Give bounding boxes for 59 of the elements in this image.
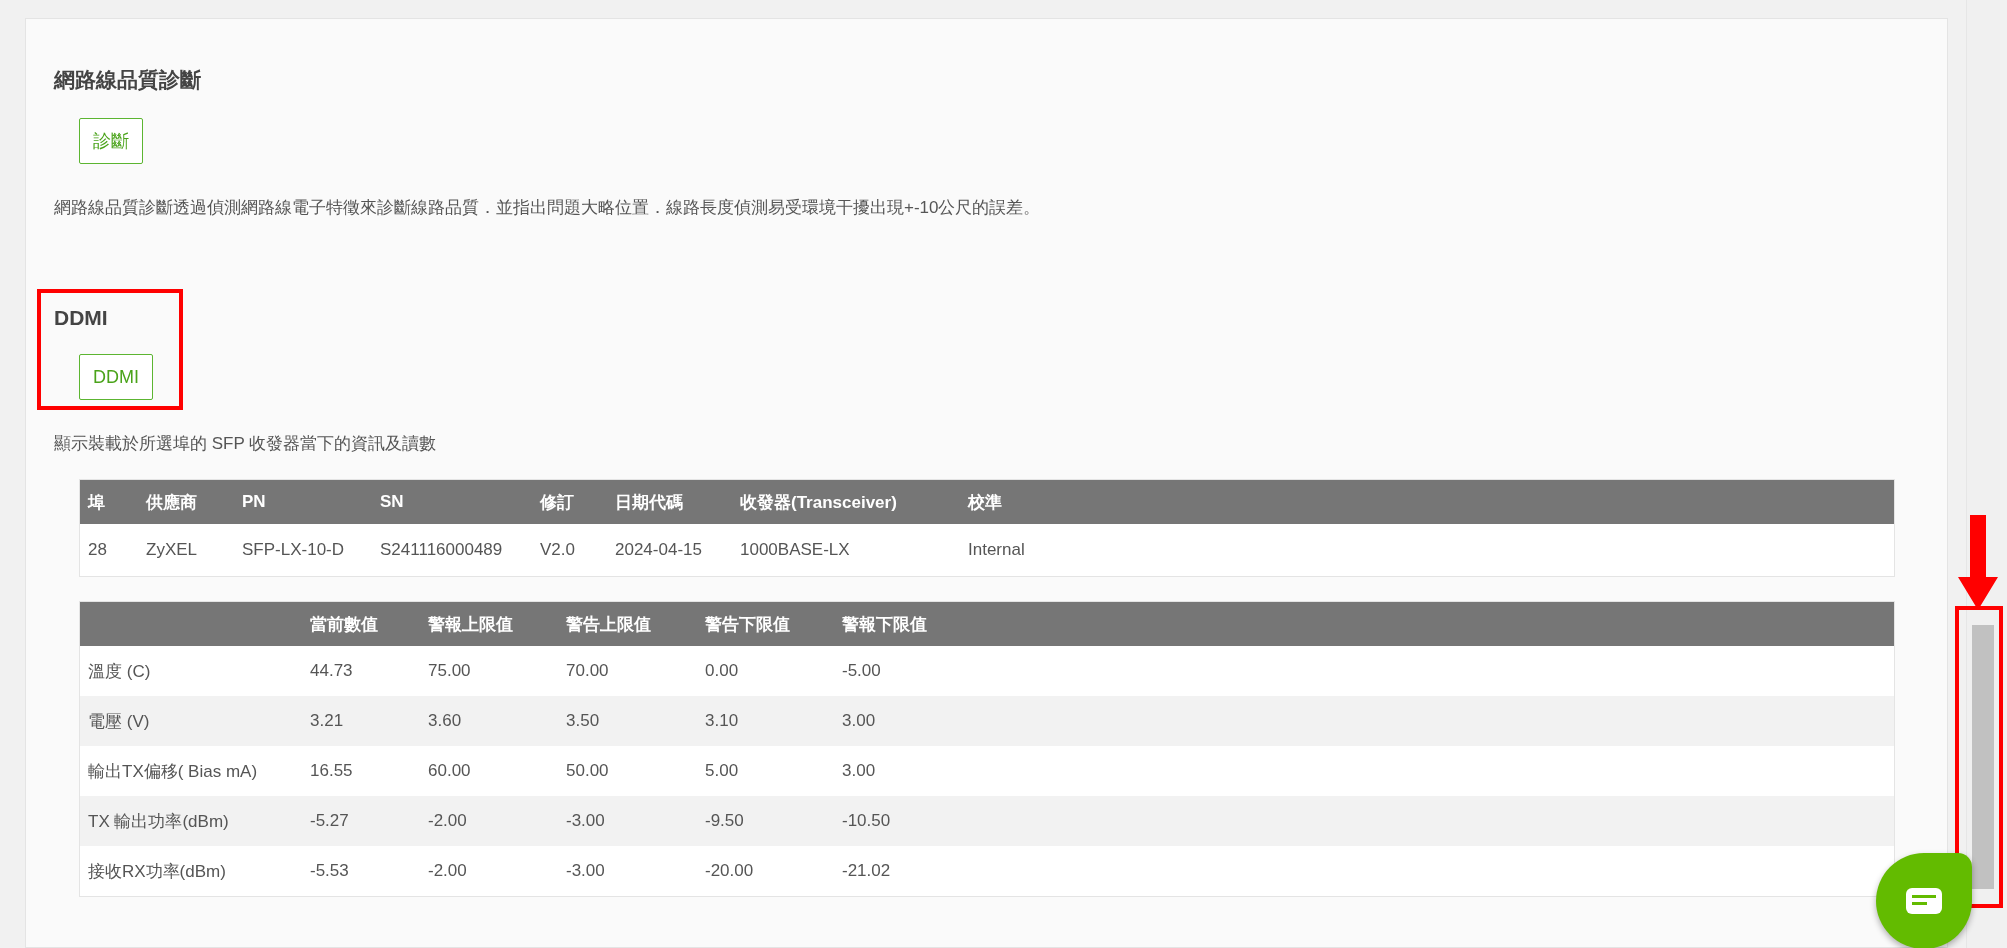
column-header: 供應商 xyxy=(145,491,198,514)
row-label: 溫度 (C) xyxy=(87,660,152,683)
column-header: 當前數值 xyxy=(309,613,379,636)
column-header: 埠 xyxy=(86,491,106,514)
table-cell-text: 3.00 xyxy=(841,761,877,781)
table-cell-text: SFP-LX-10-D xyxy=(241,540,346,560)
table-cell-text: S241116000489 xyxy=(379,540,504,560)
table-cell-text: 3.50 xyxy=(565,711,601,731)
table-cell-text: 70.00 xyxy=(565,661,610,681)
row-label: 輸出TX偏移( Bias mA) xyxy=(87,760,259,783)
table-cell-text: ZyXEL xyxy=(145,540,199,560)
table-cell-text: 50.00 xyxy=(565,761,610,781)
table-cell-text: 3.10 xyxy=(704,711,740,731)
table-cell-text: -5.00 xyxy=(841,661,882,681)
column-header: 警告上限值 xyxy=(565,613,652,636)
column-header: SN xyxy=(379,492,405,512)
table-cell-text: -9.50 xyxy=(704,811,745,831)
table-cell-text: V2.0 xyxy=(539,540,576,560)
table-cell-text: 1000BASE-LX xyxy=(739,540,851,560)
table-cell-text: 3.60 xyxy=(427,711,463,731)
column-header: 警告下限值 xyxy=(704,613,791,636)
column-header: 日期代碼 xyxy=(614,491,684,514)
table-cell-text: 28 xyxy=(87,540,108,560)
column-header: 修訂 xyxy=(539,491,575,514)
table-cell-text: 60.00 xyxy=(427,761,472,781)
table-cell-text: 44.73 xyxy=(309,661,354,681)
table-cell-text: -2.00 xyxy=(427,811,468,831)
scrollbar-thumb[interactable] xyxy=(1972,625,1994,889)
action-button[interactable]: DDMI xyxy=(79,354,153,400)
column-header: 警報上限值 xyxy=(427,613,514,636)
section-description: 網路線品質診斷透過偵測網路線電子特徵來診斷線路品質．並指出問題大略位置．線路長度偵測易受環境干擾出現+-10公尺的誤差。 xyxy=(54,197,1042,219)
row-label: 電壓 (V) xyxy=(87,710,151,733)
section-title: 網路線品質診斷 xyxy=(54,67,201,93)
table-cell-text: 75.00 xyxy=(427,661,472,681)
table-cell-text: -3.00 xyxy=(565,811,606,831)
row-label: 接收RX功率(dBm) xyxy=(87,860,227,883)
table-cell-text: -5.53 xyxy=(309,861,350,881)
section-title: DDMI xyxy=(54,306,109,330)
table-cell-text: 0.00 xyxy=(704,661,740,681)
table-cell-text: 3.00 xyxy=(841,711,877,731)
action-button[interactable]: 診斷 xyxy=(79,118,143,164)
column-header: 收發器(Transceiver) xyxy=(739,491,898,514)
table-cell-text: 16.55 xyxy=(309,761,354,781)
column-header: 校準 xyxy=(966,491,1003,514)
table-cell-text: 3.21 xyxy=(309,711,345,731)
chat-icon xyxy=(1906,888,1942,914)
table-cell-text: -5.27 xyxy=(309,811,350,831)
table-cell-text: -20.00 xyxy=(704,861,755,881)
table-cell-text: 2024-04-15 xyxy=(614,540,703,560)
row-label: TX 輸出功率(dBm) xyxy=(87,810,230,833)
table-cell-text: -2.00 xyxy=(427,861,468,881)
table-cell-text: 5.00 xyxy=(704,761,740,781)
table-cell-text: Internal xyxy=(967,540,1026,560)
column-header: PN xyxy=(241,492,267,512)
table-cell-text: -3.00 xyxy=(565,861,606,881)
column-header: 警報下限值 xyxy=(841,613,928,636)
table-cell-text: -10.50 xyxy=(841,811,892,831)
section-description: 顯示裝載於所選埠的 SFP 收發器當下的資訊及讀數 xyxy=(54,433,438,455)
table-cell-text: -21.02 xyxy=(841,861,892,881)
